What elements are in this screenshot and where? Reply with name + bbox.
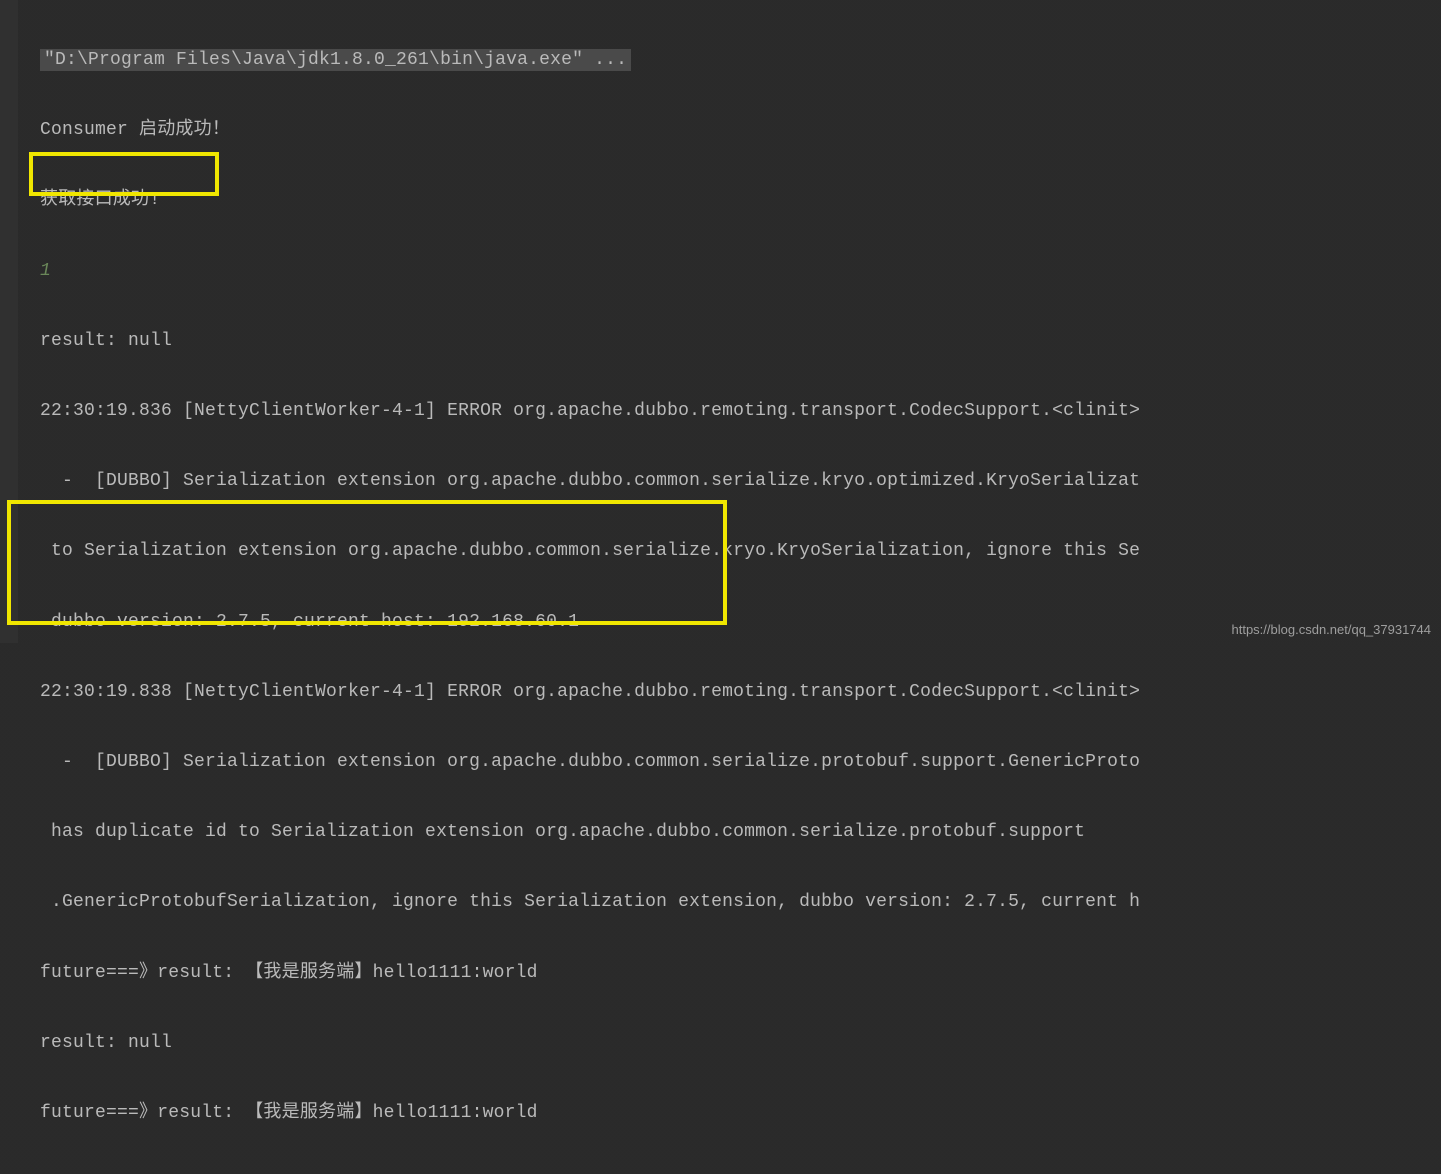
console-line: Consumer 启动成功！ [40,113,1431,148]
console-error-line: 22:30:19.836 [NettyClientWorker-4-1] ERR… [40,394,1431,429]
console-error-line: - [DUBBO] Serialization extension org.ap… [40,745,1431,780]
console-error-line: to Serialization extension org.apache.du… [40,534,1431,569]
console-error-line: has duplicate id to Serialization extens… [40,815,1431,850]
console-error-line: - [DUBBO] Serialization extension org.ap… [40,464,1431,499]
console-line: 获取接口成功! [40,183,1431,218]
console-future-result: future===》result: 【我是服务端】hello1111:world [40,1096,1431,1131]
console-command-line: "D:\Program Files\Java\jdk1.8.0_261\bin\… [40,43,1431,78]
console-error-line: dubbo version: 2.7.5, current host: 192.… [40,605,1431,640]
console-future-result: future===》result: 【我是服务端】hello1111:world [40,956,1431,991]
console-error-line: 22:30:19.838 [NettyClientWorker-4-1] ERR… [40,675,1431,710]
watermark-text: https://blog.csdn.net/qq_37931744 [1232,622,1432,637]
java-command: "D:\Program Files\Java\jdk1.8.0_261\bin\… [40,49,631,71]
console-error-line: .GenericProtobufSerialization, ignore th… [40,885,1431,920]
console-output[interactable]: "D:\Program Files\Java\jdk1.8.0_261\bin\… [0,0,1441,1174]
editor-gutter [0,0,18,643]
console-result-null: result: null [40,1026,1431,1061]
console-result-null: result: null [40,324,1431,359]
console-line-number: 1 [40,254,1431,289]
